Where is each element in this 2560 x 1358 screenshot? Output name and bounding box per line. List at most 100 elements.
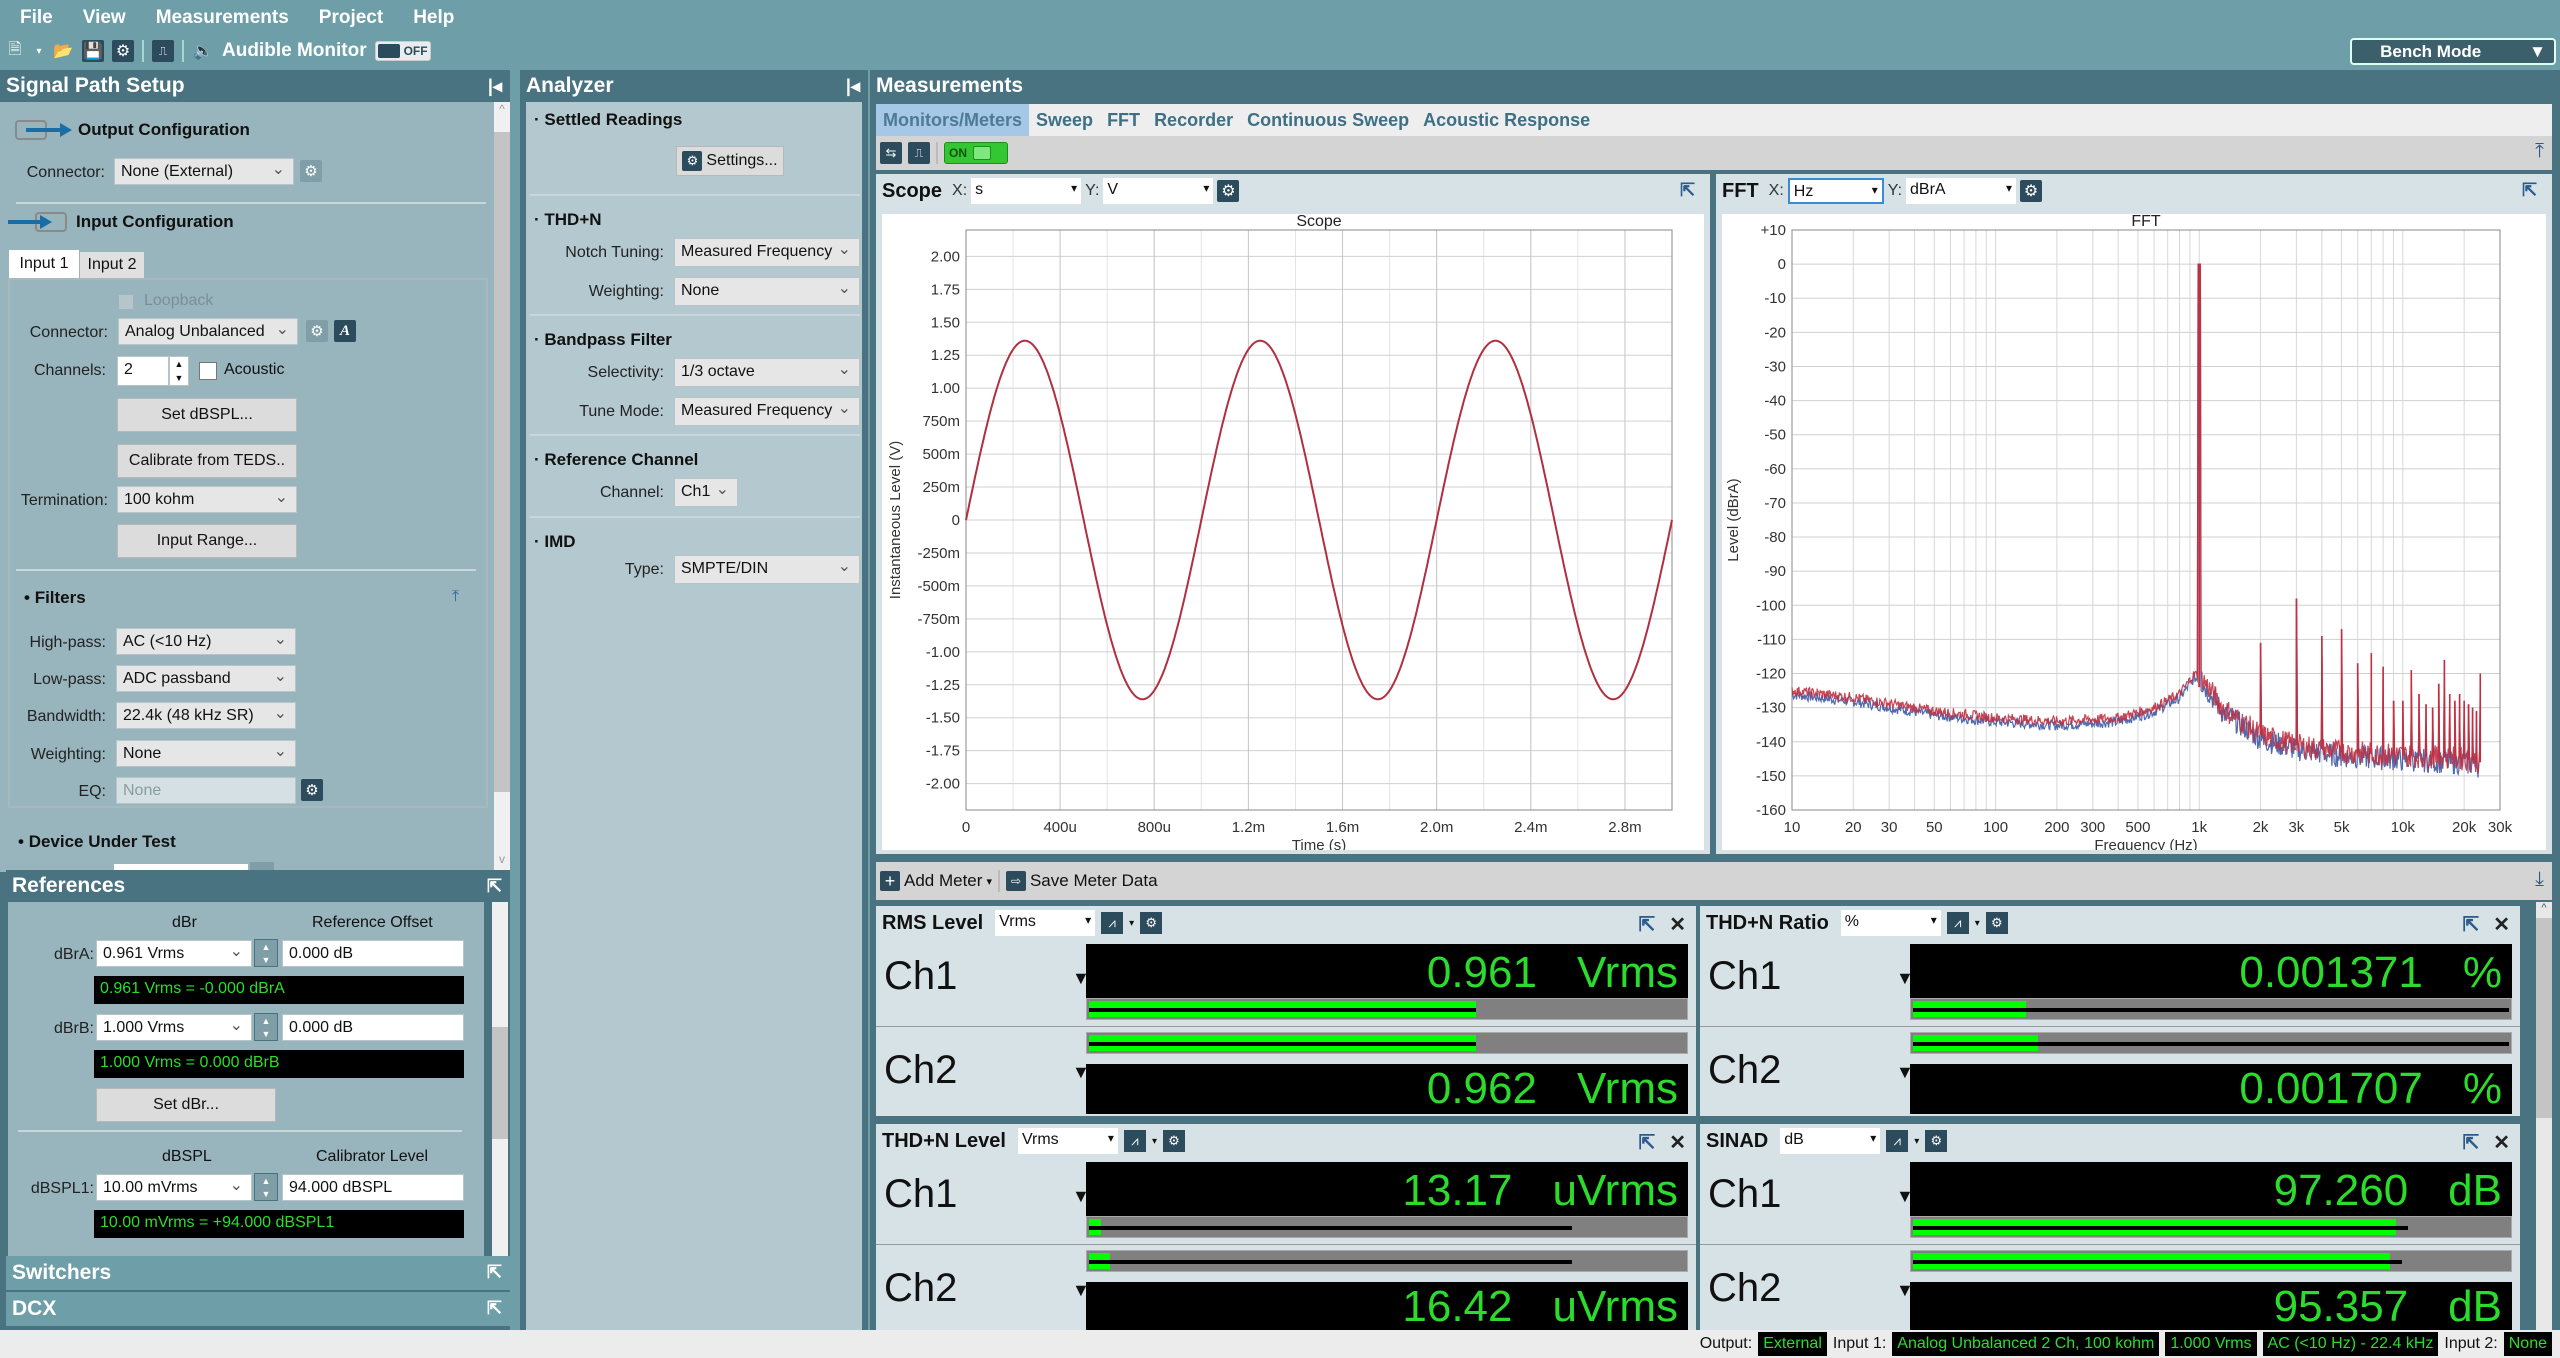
gear-icon[interactable]: ⚙	[2020, 180, 2043, 202]
close-icon[interactable]: ✕	[2493, 912, 2510, 937]
popout-icon[interactable]: ⇱	[487, 1262, 502, 1283]
scope-plot[interactable]: Scope 2.00 1.75 1.50 1.25 1.00 750m 500m 250m 0 -2…	[882, 213, 1704, 854]
graph-icon[interactable]: ⩘	[1101, 912, 1124, 934]
open-folder-icon[interactable]: 📂	[52, 40, 74, 62]
gear-icon[interactable]: ⚙	[300, 160, 322, 182]
left-scrollbar[interactable]: ^ v	[494, 102, 510, 872]
chevron-down-icon[interactable]: ▾	[34, 40, 44, 62]
audible-monitor-toggle[interactable]: OFF	[374, 41, 431, 61]
menu-file[interactable]: File	[20, 7, 53, 29]
new-file-icon[interactable]: 🗎	[4, 40, 26, 62]
generator-icon[interactable]: ⎍	[152, 40, 174, 62]
switchers-header[interactable]: Switchers ⇱	[6, 1256, 510, 1290]
collapse-section-icon[interactable]: ⤒	[452, 588, 459, 606]
tab-recorder[interactable]: Recorder	[1147, 104, 1240, 136]
meter-unit-select[interactable]: Vrms	[995, 910, 1096, 936]
reference-channel-select[interactable]: Ch1	[674, 478, 738, 507]
selectivity-select[interactable]: 1/3 octave	[674, 358, 860, 387]
popout-icon[interactable]: ⇱	[1638, 912, 1655, 937]
scope-y-unit-select[interactable]: V	[1103, 178, 1214, 204]
gear-icon[interactable]: ⚙	[1162, 1130, 1185, 1152]
highpass-select[interactable]: AC (<10 Hz)	[116, 628, 296, 655]
calibrator-level-input[interactable]: 94.000 dBSPL	[282, 1174, 464, 1201]
tab-continuous-sweep[interactable]: Continuous Sweep	[1240, 104, 1416, 136]
lowpass-select[interactable]: ADC passband	[116, 665, 296, 692]
tab-monitors-meters[interactable]: Monitors/Meters	[876, 104, 1030, 136]
graph-icon[interactable]: ⩘	[1123, 1130, 1146, 1152]
references-scrollbar[interactable]	[492, 902, 508, 1256]
generator-icon[interactable]: ⎍	[908, 142, 930, 164]
calibrate-teds-button[interactable]: Calibrate from TEDS..	[117, 444, 297, 478]
tab-input-1[interactable]: Input 1	[9, 250, 79, 278]
graph-icon[interactable]: ⩘	[1886, 1130, 1909, 1152]
popout-icon[interactable]: ⇱	[2522, 180, 2544, 202]
termination-select[interactable]: 100 kohm	[117, 486, 297, 513]
channels-input[interactable]: 2	[117, 356, 169, 386]
auto-range-icon[interactable]: A	[334, 320, 356, 342]
fft-y-unit-select[interactable]: dBrA	[1906, 178, 2017, 204]
dbra-stepper[interactable]: ▲ ▼	[254, 939, 278, 967]
channels-stepper[interactable]: ▲ ▼	[169, 356, 189, 386]
menu-measurements[interactable]: Measurements	[156, 7, 289, 29]
bandwidth-select[interactable]: 22.4k (48 kHz SR)	[116, 702, 296, 729]
add-meter-button[interactable]: + Add Meter ▾	[880, 871, 992, 891]
meter-unit-select[interactable]: Vrms	[1017, 1128, 1118, 1154]
meter-unit-select[interactable]: %	[1840, 910, 1941, 936]
dbrb-select[interactable]: 1.000 Vrms	[96, 1014, 252, 1041]
tune-mode-select[interactable]: Measured Frequency	[674, 397, 860, 426]
dock-icon[interactable]: ⤓	[2535, 868, 2544, 891]
close-icon[interactable]: ✕	[1669, 912, 1686, 937]
dbra-select[interactable]: 0.961 Vrms	[96, 940, 252, 967]
weighting-select[interactable]: None	[674, 277, 860, 306]
eq-input[interactable]: None	[116, 777, 296, 804]
gear-icon[interactable]: ⚙	[1140, 912, 1163, 934]
popout-icon[interactable]: ⇱	[2462, 912, 2479, 937]
settings-button[interactable]: ⚙ Settings...	[676, 146, 784, 176]
dcx-header[interactable]: DCX ⇱	[6, 1292, 510, 1326]
output-connector-select[interactable]: None (External)	[114, 158, 294, 185]
swap-icon[interactable]: ⇆	[880, 142, 902, 164]
imd-type-select[interactable]: SMPTE/DIN	[674, 555, 860, 584]
dbspl1-select[interactable]: 10.00 mVrms	[96, 1174, 252, 1201]
fft-x-unit-select[interactable]: Hz	[1787, 178, 1884, 204]
gear-icon[interactable]: ⚙	[1925, 1130, 1948, 1152]
set-dbspl-button[interactable]: Set dBSPL...	[117, 398, 297, 432]
input-range-button[interactable]: Input Range...	[117, 524, 297, 558]
gear-icon[interactable]: ⚙	[1985, 912, 2008, 934]
acoustic-checkbox[interactable]	[199, 362, 217, 380]
tab-acoustic-response[interactable]: Acoustic Response	[1416, 104, 1597, 136]
popout-icon[interactable]: ⇱	[487, 1298, 502, 1319]
popout-icon[interactable]: ⇱	[1638, 1130, 1655, 1155]
dbrb-offset-input[interactable]: 0.000 dB	[282, 1014, 464, 1041]
meters-scrollbar[interactable]: ^	[2536, 902, 2552, 1330]
popout-icon[interactable]: ⇱	[487, 876, 502, 897]
dbrb-stepper[interactable]: ▲ ▼	[254, 1013, 278, 1041]
save-icon[interactable]: 💾	[82, 40, 104, 62]
meter-unit-select[interactable]: dB	[1780, 1128, 1881, 1154]
generator-on-toggle[interactable]: ON	[944, 142, 1008, 164]
input-connector-select[interactable]: Analog Unbalanced	[118, 318, 298, 345]
collapse-section-icon[interactable]: ⤒	[2535, 140, 2544, 163]
set-dbr-button[interactable]: Set dBr...	[96, 1088, 276, 1122]
bench-mode-dropdown[interactable]: Bench Mode ▼	[2350, 38, 2556, 65]
menu-help[interactable]: Help	[413, 7, 454, 29]
gear-icon[interactable]: ⚙	[1217, 180, 1240, 202]
weighting-select[interactable]: None	[116, 740, 296, 767]
menu-view[interactable]: View	[83, 7, 126, 29]
dbspl1-stepper[interactable]: ▲ ▼	[254, 1173, 278, 1201]
scope-x-unit-select[interactable]: s	[971, 178, 1082, 204]
graph-icon[interactable]: ⩘	[1946, 912, 1969, 934]
notch-tuning-select[interactable]: Measured Frequency	[674, 238, 860, 267]
popout-icon[interactable]: ⇱	[2462, 1130, 2479, 1155]
tab-sweep[interactable]: Sweep	[1029, 104, 1100, 136]
save-meter-data-button[interactable]: ⇨ Save Meter Data	[1005, 871, 1158, 891]
gear-icon[interactable]: ⚙	[306, 320, 328, 342]
popout-icon[interactable]: ⇱	[1680, 180, 1702, 202]
tab-fft[interactable]: FFT	[1100, 104, 1147, 136]
loopback-checkbox[interactable]	[118, 294, 134, 310]
close-icon[interactable]: ✕	[2493, 1130, 2510, 1155]
menu-project[interactable]: Project	[319, 7, 383, 29]
dbra-offset-input[interactable]: 0.000 dB	[282, 940, 464, 967]
fft-plot[interactable]: FFT +10 0 -10 -20 -30 -40 -50 -60 -70 -80 -90 -100 -1…	[1722, 213, 2546, 854]
gear-icon[interactable]: ⚙	[301, 779, 323, 801]
